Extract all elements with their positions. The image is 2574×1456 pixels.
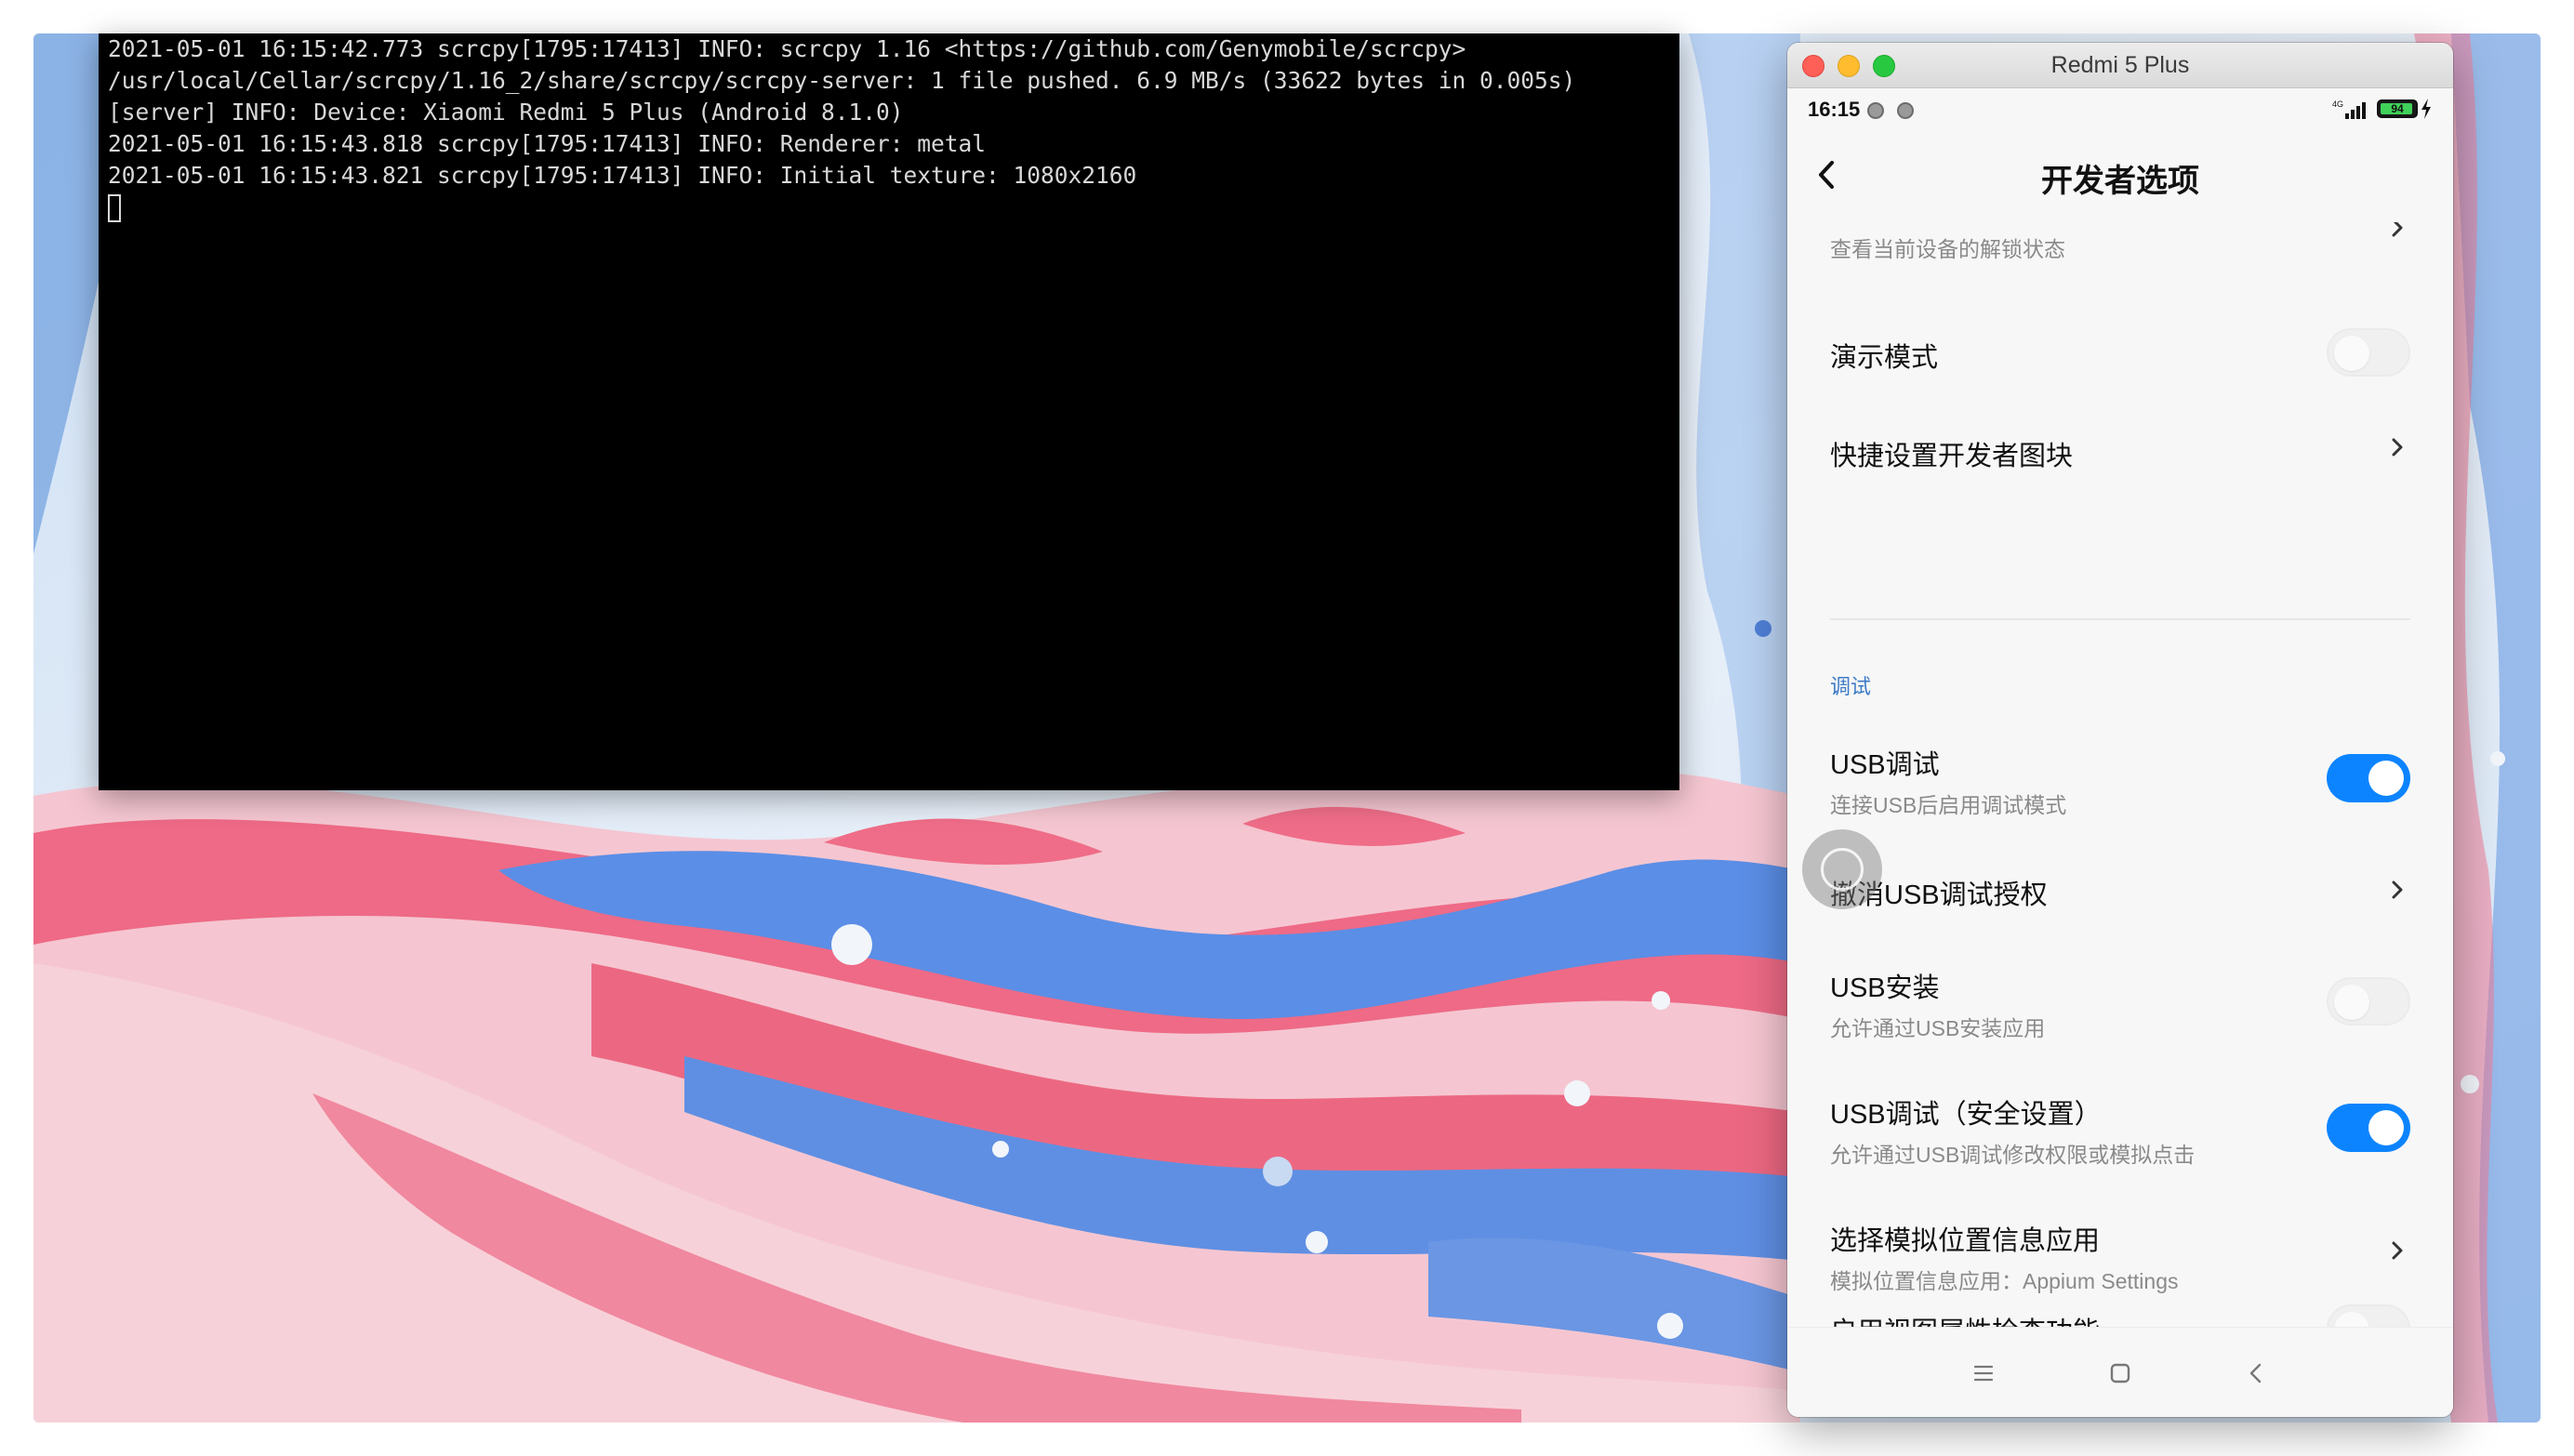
chevron-right-icon — [2392, 222, 2403, 237]
settings-item-title: USB调试（安全设置） — [1830, 1100, 2102, 1130]
settings-item-title: USB安装 — [1830, 973, 1940, 1003]
toggle-knob — [2368, 1110, 2404, 1145]
cellular-signal-icon: 4G — [2332, 99, 2366, 119]
toggle-knob — [2368, 761, 2404, 796]
page-header: 开发者选项 — [1787, 129, 2453, 222]
touch-indicator — [1802, 829, 1882, 909]
toggle-knob — [2334, 336, 2369, 371]
settings-item-title: 选择模拟位置信息应用 — [1830, 1226, 2101, 1256]
section-header-debug: 调试 — [1830, 675, 1872, 698]
settings-item-subtitle: 连接USB后启用调试模式 — [1830, 793, 2067, 817]
window-title: Redmi 5 Plus — [2050, 52, 2190, 78]
home-icon[interactable] — [2104, 1357, 2136, 1389]
scrcpy-device-window[interactable]: Redmi 5 Plus 16:15 4G 94 开发者选项 查看当前设备的解锁… — [1787, 43, 2453, 1417]
settings-item-title: USB调试 — [1830, 750, 1940, 780]
demo-mode-toggle[interactable] — [2327, 328, 2410, 377]
phone-screen[interactable]: 16:15 4G 94 开发者选项 查看当前设备的解锁状态 演示模式 快捷设置开… — [1787, 88, 2453, 1417]
usb-debugging-toggle[interactable] — [2327, 754, 2410, 802]
settings-item-revoke-usb-auth[interactable]: 撤消USB调试授权 — [1830, 864, 2410, 938]
section-divider — [1830, 618, 2410, 620]
settings-item-subtitle: 允许通过USB调试修改权限或模拟点击 — [1830, 1143, 2196, 1167]
usb-debug-security-toggle[interactable] — [2327, 1104, 2410, 1152]
terminal-line: /usr/local/Cellar/scrcpy/1.16_2/share/sc… — [108, 67, 1576, 94]
settings-item-mock-location[interactable]: 选择模拟位置信息应用 模拟位置信息应用：Appium Settings — [1830, 1219, 2410, 1301]
status-bar: 16:15 4G 94 — [1787, 88, 2453, 129]
settings-item-usb-debugging[interactable]: USB调试 连接USB后启用调试模式 — [1830, 743, 2410, 836]
settings-item-unlock-status[interactable]: 查看当前设备的解锁状态 — [1830, 222, 2410, 297]
charging-bolt-icon — [2421, 99, 2431, 119]
page-title: 开发者选项 — [2041, 164, 2199, 199]
settings-item-usb-debug-security[interactable]: USB调试（安全设置） 允许通过USB调试修改权限或模拟点击 — [1830, 1092, 2410, 1185]
settings-item-title: 撤消USB调试授权 — [1830, 880, 2048, 910]
network-type-label: 4G — [2332, 99, 2343, 109]
terminal-prompt[interactable] — [108, 192, 1679, 223]
settings-item-subtitle: 模拟位置信息应用：Appium Settings — [1830, 1269, 2179, 1293]
terminal-line: 2021-05-01 16:15:42.773 scrcpy[1795:1741… — [108, 35, 1466, 62]
notification-icon — [1867, 102, 1884, 119]
settings-list[interactable]: 查看当前设备的解锁状态 演示模式 快捷设置开发者图块 调试 USB调试 连接US… — [1787, 222, 2453, 1301]
usb-install-toggle[interactable] — [2327, 977, 2410, 1026]
terminal-window[interactable]: 2021-05-01 16:15:42.773 scrcpy[1795:1741… — [99, 33, 1679, 790]
settings-item-demo-mode[interactable]: 演示模式 — [1830, 315, 2410, 390]
status-time: 16:15 — [1808, 98, 1861, 121]
notification-icon — [1897, 102, 1914, 119]
back-icon[interactable] — [2241, 1357, 2273, 1389]
toggle-knob — [2334, 985, 2369, 1020]
settings-item-title: 演示模式 — [1830, 343, 1939, 373]
chevron-right-icon — [2392, 1241, 2403, 1260]
settings-item-subtitle: 允许通过USB安装应用 — [1830, 1016, 2046, 1040]
navigation-bar — [1787, 1327, 2453, 1417]
terminal-cursor — [108, 194, 121, 222]
touch-indicator-ring — [1821, 848, 1864, 891]
window-titlebar[interactable]: Redmi 5 Plus — [1787, 43, 2453, 88]
chevron-right-icon — [2392, 438, 2403, 457]
battery-icon: 94 — [2377, 99, 2418, 118]
terminal-line: [server] INFO: Device: Xiaomi Redmi 5 Pl… — [108, 99, 904, 126]
terminal-line: 2021-05-01 16:15:43.818 scrcpy[1795:1741… — [108, 130, 987, 157]
settings-item-subtitle: 查看当前设备的解锁状态 — [1830, 237, 2065, 261]
settings-item-quick-tiles[interactable]: 快捷设置开发者图块 — [1830, 414, 2410, 497]
menu-icon[interactable] — [1968, 1357, 1999, 1389]
chevron-right-icon — [2392, 880, 2403, 899]
settings-item-usb-install[interactable]: USB安装 允许通过USB安装应用 — [1830, 966, 2410, 1059]
settings-item-title: 快捷设置开发者图块 — [1830, 442, 2074, 471]
terminal-line: 2021-05-01 16:15:43.821 scrcpy[1795:1741… — [108, 162, 1137, 189]
battery-percent: 94 — [2391, 102, 2404, 115]
